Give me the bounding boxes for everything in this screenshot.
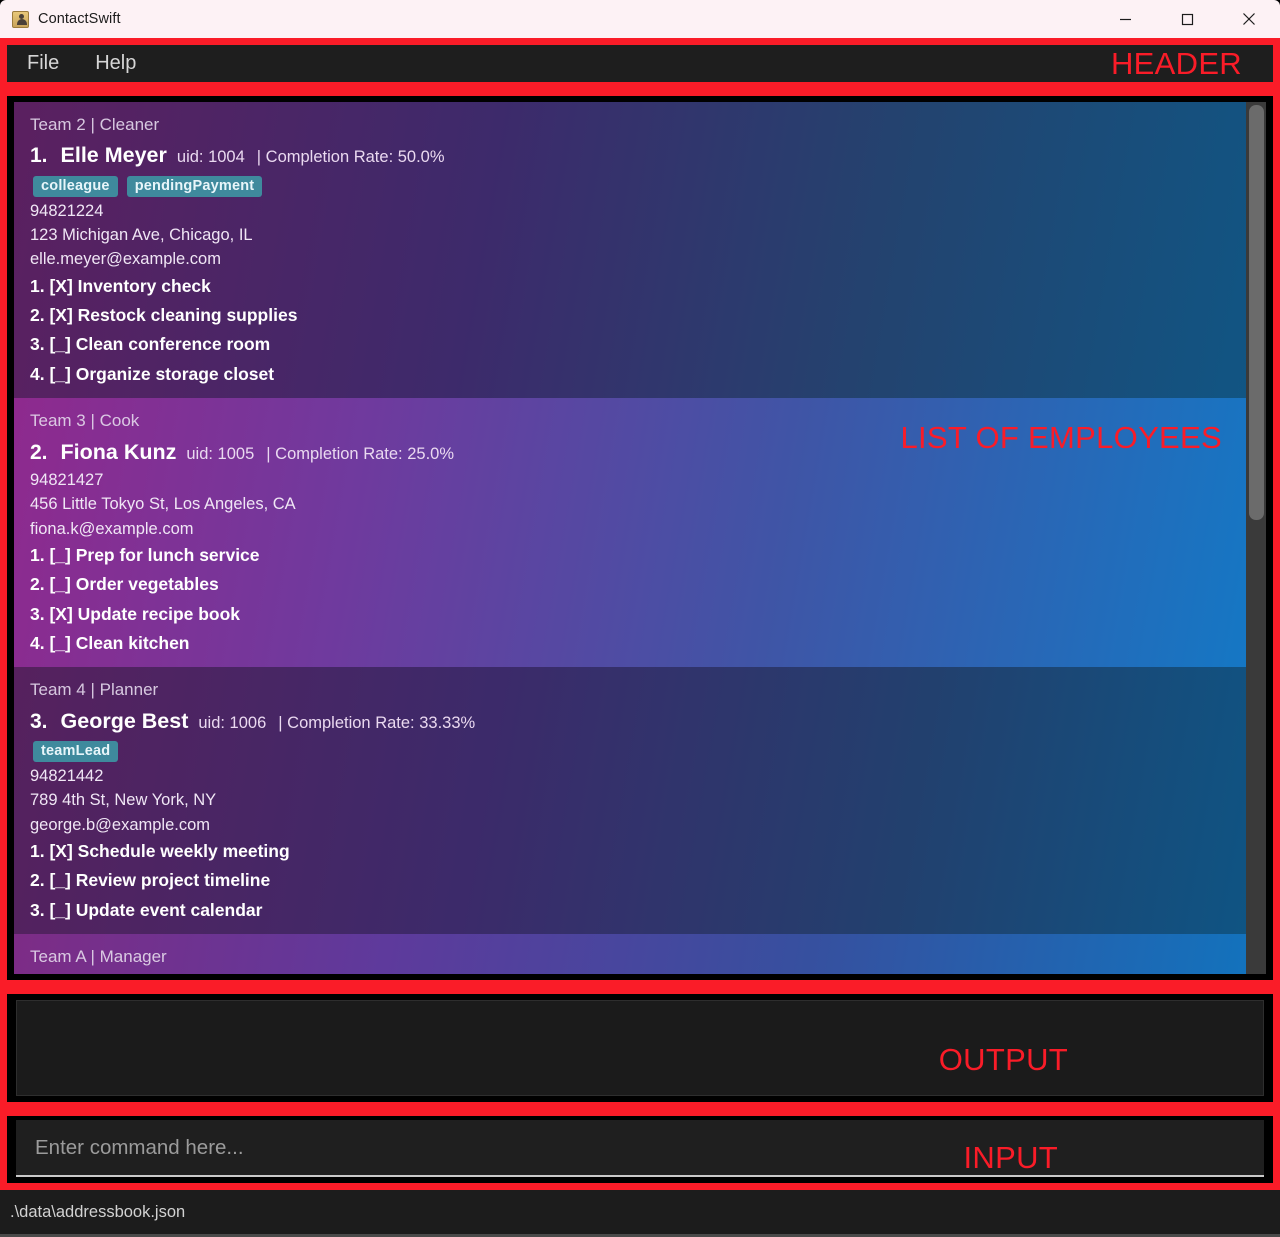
- employee-name-line: 4. John Doe uid: 1007 | Completion Rate:…: [30, 971, 1246, 974]
- employee-index: 1.: [30, 144, 48, 168]
- task-item: 3. [_] Update event calendar: [30, 899, 263, 920]
- team-role-label: Team 2 | Cleaner: [30, 115, 160, 134]
- tag-badge[interactable]: teamLead: [33, 741, 119, 763]
- employee-name: Elle Meyer: [60, 143, 167, 168]
- employee-name: George Best: [60, 708, 189, 733]
- menu-item-help[interactable]: Help: [91, 50, 140, 77]
- header-region: File Help: [0, 38, 1280, 89]
- employee-uid: uid: 1005: [186, 444, 255, 463]
- task-item: 2. [_] Order vegetables: [30, 574, 219, 595]
- employee-email: fiona.k@example.com: [30, 519, 194, 538]
- task-item: 4. [_] Organize storage closet: [30, 363, 275, 384]
- output-region: [0, 987, 1280, 1109]
- employee-phone: 94821442: [30, 767, 104, 786]
- employee-completion-rate: | Completion Rate: 33.33%: [278, 713, 476, 732]
- command-input[interactable]: Enter command here...: [16, 1120, 1264, 1177]
- employee-uid: uid: 1004: [176, 148, 245, 167]
- employee-email: elle.meyer@example.com: [30, 250, 221, 269]
- status-bar: .\data\addressbook.json: [0, 1190, 1280, 1237]
- employee-list[interactable]: Team 2 | Cleaner 1. Elle Meyer uid: 1004…: [14, 102, 1266, 974]
- employee-index: 2.: [30, 440, 48, 464]
- menu-item-file[interactable]: File: [23, 50, 63, 77]
- employee-card[interactable]: Team 3 | Cook 2. Fiona Kunz uid: 1005 | …: [14, 398, 1246, 668]
- employee-tags: colleague pendingPayment: [33, 175, 1246, 197]
- employee-name-line: 3. George Best uid: 1006 | Completion Ra…: [30, 705, 1246, 738]
- team-role-label: Team 4 | Planner: [30, 680, 159, 700]
- employee-completion-rate: | Completion Rate: 50.0%: [256, 148, 445, 167]
- employee-name-line: 1. Elle Meyer uid: 1004 | Completion Rat…: [30, 139, 1246, 172]
- employee-index: 4.: [30, 972, 48, 974]
- task-item: 2. [X] Restock cleaning supplies: [30, 304, 298, 325]
- task-item: 3. [X] Update recipe book: [30, 603, 241, 624]
- title-bar: ContactSwift: [0, 0, 1280, 38]
- title-bar-left: ContactSwift: [0, 10, 121, 28]
- contact-card-icon: [12, 10, 29, 28]
- task-item: 2. [_] Review project timeline: [30, 870, 271, 891]
- close-icon[interactable]: [1218, 0, 1280, 38]
- team-role-label: Team A | Manager: [30, 947, 167, 967]
- employee-address: 789 4th St, New York, NY: [30, 791, 217, 810]
- application-window: ContactSwift File Help HEADER Team 2 | C…: [0, 0, 1280, 1237]
- employee-phone: 94821224: [30, 201, 104, 220]
- tag-badge[interactable]: pendingPayment: [126, 175, 263, 197]
- task-item: 1. [X] Inventory check: [30, 275, 211, 296]
- employee-name: Fiona Kunz: [60, 439, 177, 464]
- task-item: 1. [_] Prep for lunch service: [30, 544, 260, 565]
- employee-card[interactable]: Team 4 | Planner 3. George Best uid: 100…: [14, 667, 1246, 935]
- employee-phone: 94821427: [30, 471, 104, 489]
- task-item: 4. [_] Clean kitchen: [30, 632, 190, 653]
- employee-completion-rate: | Completion Rate: 25.0%: [266, 444, 455, 463]
- input-region: Enter command here...: [0, 1109, 1280, 1190]
- status-file-path: .\data\addressbook.json: [10, 1202, 186, 1221]
- employee-email: george.b@example.com: [30, 815, 211, 834]
- employee-name-line: 2. Fiona Kunz uid: 1005 | Completion Rat…: [30, 436, 1246, 469]
- team-role-label: Team 3 | Cook: [30, 411, 140, 431]
- window-title: ContactSwift: [38, 11, 121, 27]
- employee-card[interactable]: Team 2 | Cleaner 1. Elle Meyer uid: 1004…: [14, 102, 1246, 399]
- list-scrollbar-track[interactable]: [1246, 102, 1266, 974]
- command-input-placeholder: Enter command here...: [35, 1135, 244, 1159]
- task-item: 1. [X] Schedule weekly meeting: [30, 840, 290, 861]
- employee-card[interactable]: Team A | Manager 4. John Doe uid: 1007 |…: [14, 934, 1246, 974]
- maximize-icon[interactable]: [1156, 0, 1218, 38]
- output-panel: [16, 1000, 1264, 1096]
- employee-tags: teamLead: [33, 741, 1246, 763]
- window-controls: [1094, 0, 1280, 38]
- employee-address: 456 Little Tokyo St, Los Angeles, CA: [30, 495, 296, 514]
- employee-name: John Doe: [61, 971, 159, 974]
- employee-cards-container: Team 2 | Cleaner 1. Elle Meyer uid: 1004…: [14, 102, 1246, 974]
- employee-address: 123 Michigan Ave, Chicago, IL: [30, 226, 253, 245]
- list-scrollbar-thumb[interactable]: [1249, 105, 1264, 520]
- menu-bar: File Help: [7, 45, 1273, 82]
- task-item: 3. [_] Clean conference room: [30, 334, 271, 355]
- minimize-icon[interactable]: [1094, 0, 1156, 38]
- employee-list-region: Team 2 | Cleaner 1. Elle Meyer uid: 1004…: [0, 89, 1280, 987]
- employee-uid: uid: 1006: [198, 713, 267, 732]
- tag-badge[interactable]: colleague: [33, 175, 118, 197]
- employee-index: 3.: [30, 709, 48, 733]
